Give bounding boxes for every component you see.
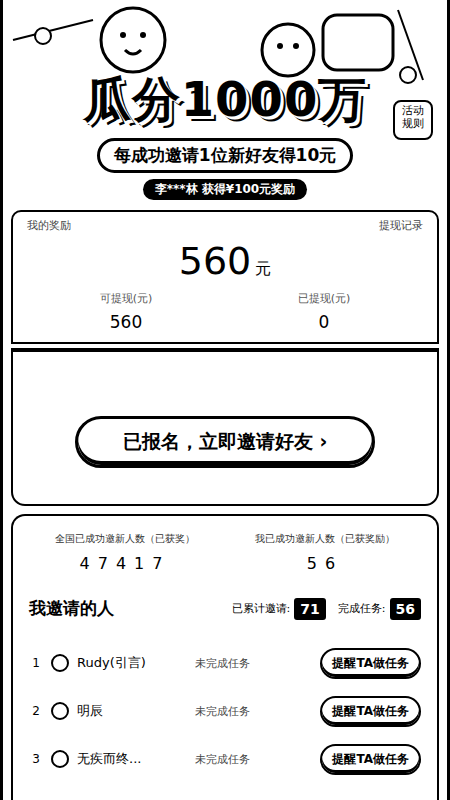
invite-button[interactable]: 已报名，立即邀请好友 ›	[75, 416, 375, 468]
hero-title: 瓜分1000万	[83, 68, 368, 132]
card-header-label: 我的奖励	[27, 218, 71, 233]
counter: 我已成功邀新人数（已获奖励）56	[229, 532, 421, 573]
remind-button[interactable]: 提醒TA做任务	[320, 744, 421, 775]
remind-button[interactable]: 提醒TA做任务	[320, 648, 421, 679]
reward-stat: 已提现(元)0	[225, 291, 423, 332]
counters: 全国已成功邀新人数（已获奖）47417我已成功邀新人数（已获奖励）56	[29, 532, 421, 573]
page: 瓜分1000万每成功邀请1位新好友得10元李***林 获得¥100元奖励 活动规则…	[0, 0, 450, 800]
reward-stat: 可提现(元)560	[27, 291, 225, 332]
remind-button[interactable]: 提醒TA做任务	[320, 696, 421, 727]
hero-subtitle: 每成功邀请1位新好友得10元	[97, 138, 354, 173]
reward-card: 我的奖励 提现记录 560元可提现(元)560已提现(元)0	[11, 210, 439, 344]
avatar-icon	[51, 654, 69, 672]
cta-panel: 已报名，立即邀请好友 ›	[11, 348, 439, 506]
summary-item: 已累计邀请:71	[232, 598, 326, 620]
invite-row: 3无疾而终...未完成任务提醒TA做任务	[29, 740, 421, 778]
card-header: 我的奖励 提现记录	[27, 218, 423, 233]
summary-item: 完成任务:56	[338, 598, 421, 620]
rules-button[interactable]: 活动规则	[393, 100, 433, 140]
hero-banner: 瓜分1000万每成功邀请1位新好友得10元李***林 获得¥100元奖励 活动规则	[3, 0, 447, 210]
invite-row: 2明辰未完成任务提醒TA做任务	[29, 692, 421, 730]
withdraw-record-link[interactable]: 提现记录	[379, 218, 423, 233]
invite-row: 1Rudy(引言)未完成任务提醒TA做任务	[29, 644, 421, 682]
avatar-icon	[51, 750, 69, 768]
avatar-icon	[51, 702, 69, 720]
invite-list: 1Rudy(引言)未完成任务提醒TA做任务 2明辰未完成任务提醒TA做任务 3无疾而…	[29, 644, 421, 778]
reward-ticker: 李***林 获得¥100元奖励	[143, 179, 307, 200]
counter: 全国已成功邀新人数（已获奖）47417	[29, 532, 221, 573]
reward-total: 560元	[179, 239, 272, 283]
invite-header: 我邀请的人已累计邀请:71完成任务:56	[29, 597, 421, 620]
cartoon-icon	[3, 0, 450, 100]
invite-panel: 全国已成功邀新人数（已获奖）47417我已成功邀新人数（已获奖励）56我邀请的人…	[11, 514, 439, 800]
reward-stats: 可提现(元)560已提现(元)0	[27, 291, 423, 332]
